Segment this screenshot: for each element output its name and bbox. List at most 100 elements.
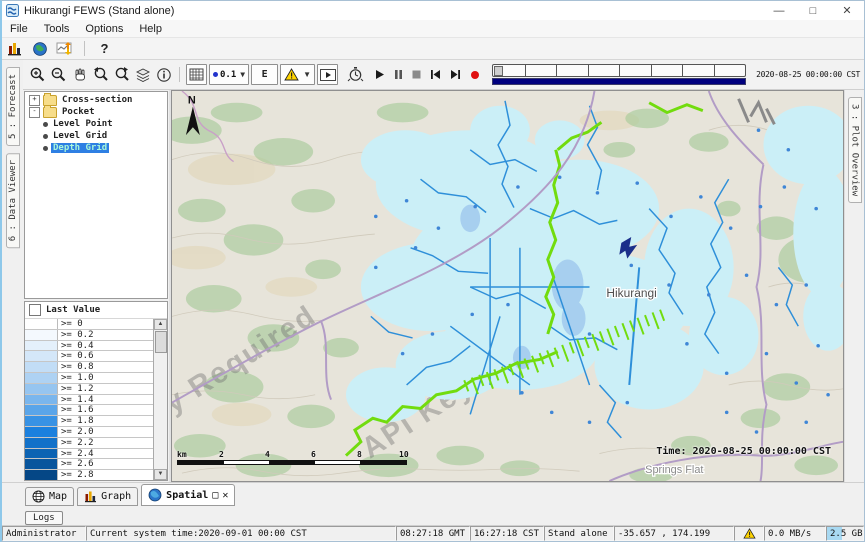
legend-swatch bbox=[25, 362, 58, 372]
spatial-display-icon[interactable] bbox=[55, 39, 74, 58]
bullet-icon bbox=[43, 146, 48, 151]
pause-button[interactable] bbox=[394, 69, 403, 80]
legend-row: >= 1.2 bbox=[25, 384, 153, 395]
tab-forecast[interactable]: 5 : Forecast bbox=[6, 67, 20, 146]
scrollbar-track[interactable] bbox=[154, 330, 167, 469]
tab-spatial[interactable]: Spatial □ ✕ bbox=[141, 484, 235, 506]
legend-label: >= 1.2 bbox=[58, 384, 94, 394]
left-tab-strip: 5 : Forecast 6 : Data Viewer bbox=[2, 60, 23, 482]
current-time-label: 2020-08-25 00:00:00 CST bbox=[756, 70, 860, 79]
first-frame-button[interactable] bbox=[430, 69, 441, 80]
legend-swatch bbox=[25, 319, 58, 329]
scale-tick: 6 bbox=[311, 450, 316, 459]
map-canvas[interactable]: API Key Required API Key Required bbox=[172, 91, 843, 481]
map-globe-icon[interactable] bbox=[30, 39, 49, 58]
legend-row: >= 1.6 bbox=[25, 405, 153, 416]
ruler-label: E bbox=[262, 69, 268, 80]
status-user: Administrator bbox=[2, 526, 86, 541]
legend-swatch bbox=[25, 373, 58, 383]
legend-label: >= 0.8 bbox=[58, 362, 94, 372]
tab-map[interactable]: Map bbox=[25, 487, 74, 506]
menu-tools[interactable]: Tools bbox=[36, 23, 78, 35]
logs-button[interactable]: Logs bbox=[25, 511, 63, 525]
scale-tick: 8 bbox=[357, 450, 362, 459]
wire-globe-icon bbox=[32, 490, 45, 503]
tab-close-icon[interactable]: ✕ bbox=[222, 490, 228, 501]
tree-item[interactable]: -Pocket bbox=[25, 106, 167, 118]
legend-label: >= 0.6 bbox=[58, 351, 94, 361]
record-button[interactable] bbox=[470, 70, 480, 80]
legend-scrollbar[interactable]: ▲ ▼ bbox=[154, 319, 167, 480]
maximize-button[interactable]: □ bbox=[796, 1, 830, 20]
stop-button[interactable] bbox=[412, 70, 421, 79]
help-button[interactable]: ? bbox=[95, 39, 114, 58]
legend-row: >= 0 bbox=[25, 319, 153, 330]
scale-ruler-button[interactable]: E bbox=[251, 64, 278, 85]
legend-label: >= 1.6 bbox=[58, 405, 94, 415]
legend-row: >= 2.4 bbox=[25, 449, 153, 460]
zoom-next-icon[interactable] bbox=[112, 65, 131, 84]
menu-file[interactable]: File bbox=[2, 23, 36, 35]
time-slider-thumb[interactable] bbox=[494, 66, 503, 76]
tab-data-viewer[interactable]: 6 : Data Viewer bbox=[6, 153, 20, 248]
time-span-bar bbox=[492, 78, 746, 85]
scale-tick: 2 bbox=[219, 450, 224, 459]
tree-item[interactable]: Level Point bbox=[25, 118, 167, 130]
last-frame-button[interactable] bbox=[450, 69, 461, 80]
tab-graph-label: Graph bbox=[101, 491, 131, 502]
menu-options[interactable]: Options bbox=[77, 23, 131, 35]
label-springs-flat: Springs Flat bbox=[645, 464, 703, 476]
chevron-down-icon: ▼ bbox=[303, 70, 311, 79]
status-gmt-time: 08:27:18 GMT bbox=[396, 526, 470, 541]
warning-threshold-dropdown[interactable]: ▼ bbox=[280, 64, 315, 85]
left-panel: +Cross-section-PocketLevel PointLevel Gr… bbox=[23, 90, 171, 482]
app-window: Hikurangi FEWS (Stand alone) — □ ✕ File … bbox=[0, 0, 865, 542]
grid-interval-dropdown[interactable]: 0.1 ▼ bbox=[209, 64, 249, 85]
zoom-in-icon[interactable] bbox=[28, 65, 47, 84]
status-warning[interactable] bbox=[734, 526, 764, 541]
time-slider[interactable] bbox=[492, 64, 746, 85]
info-icon[interactable] bbox=[154, 65, 173, 84]
database-viewer-icon[interactable] bbox=[5, 39, 24, 58]
layer-tree: +Cross-section-PocketLevel PointLevel Gr… bbox=[24, 91, 168, 299]
tab-spatial-label: Spatial bbox=[166, 490, 208, 501]
legend-swatch bbox=[25, 405, 58, 415]
tree-expander[interactable]: + bbox=[29, 95, 40, 106]
label-hikurangi: Hikurangi bbox=[606, 286, 656, 300]
scroll-down-icon[interactable]: ▼ bbox=[154, 469, 167, 480]
zoom-previous-icon[interactable] bbox=[91, 65, 110, 84]
legend-row: >= 0.4 bbox=[25, 341, 153, 352]
legend-label: >= 2.8 bbox=[58, 470, 94, 480]
tree-expander[interactable]: - bbox=[29, 107, 40, 118]
play-button[interactable] bbox=[375, 69, 385, 80]
legend-swatch bbox=[25, 427, 58, 437]
tree-item-label: Level Grid bbox=[51, 131, 109, 141]
tab-maximize-icon[interactable]: □ bbox=[212, 490, 218, 501]
bullet-icon bbox=[43, 122, 48, 127]
legend-swatch bbox=[25, 384, 58, 394]
tab-plot-overview[interactable]: 3 : Plot Overview bbox=[848, 97, 862, 203]
layers-icon[interactable] bbox=[133, 65, 152, 84]
timer-settings-icon[interactable] bbox=[346, 65, 365, 84]
tab-graph[interactable]: Graph bbox=[77, 487, 138, 506]
grid-toggle-button[interactable] bbox=[186, 64, 207, 85]
scrollbar-thumb[interactable] bbox=[155, 331, 167, 353]
status-bar: Administrator Current system time:2020-0… bbox=[2, 525, 864, 541]
zoom-out-icon[interactable] bbox=[49, 65, 68, 84]
scroll-up-icon[interactable]: ▲ bbox=[154, 319, 167, 330]
bottom-tab-bar: Map Graph Spatial □ ✕ bbox=[2, 482, 864, 506]
pan-hand-icon[interactable] bbox=[70, 65, 89, 84]
menu-bar: File Tools Options Help bbox=[2, 20, 864, 38]
tree-item[interactable]: Depth Grid bbox=[25, 142, 167, 154]
animation-panel-button[interactable] bbox=[317, 64, 338, 85]
time-slider-track[interactable] bbox=[492, 64, 746, 77]
minimize-button[interactable]: — bbox=[762, 1, 796, 20]
legend-swatch bbox=[25, 438, 58, 448]
map-viewport[interactable]: API Key Required API Key Required bbox=[171, 90, 844, 482]
close-button[interactable]: ✕ bbox=[830, 1, 864, 20]
last-value-checkbox[interactable] bbox=[29, 304, 41, 316]
menu-help[interactable]: Help bbox=[131, 23, 170, 35]
tree-item[interactable]: Level Grid bbox=[25, 130, 167, 142]
legend-label: >= 2.6 bbox=[58, 459, 94, 469]
status-download-speed: 0.0 MB/s bbox=[764, 526, 826, 541]
